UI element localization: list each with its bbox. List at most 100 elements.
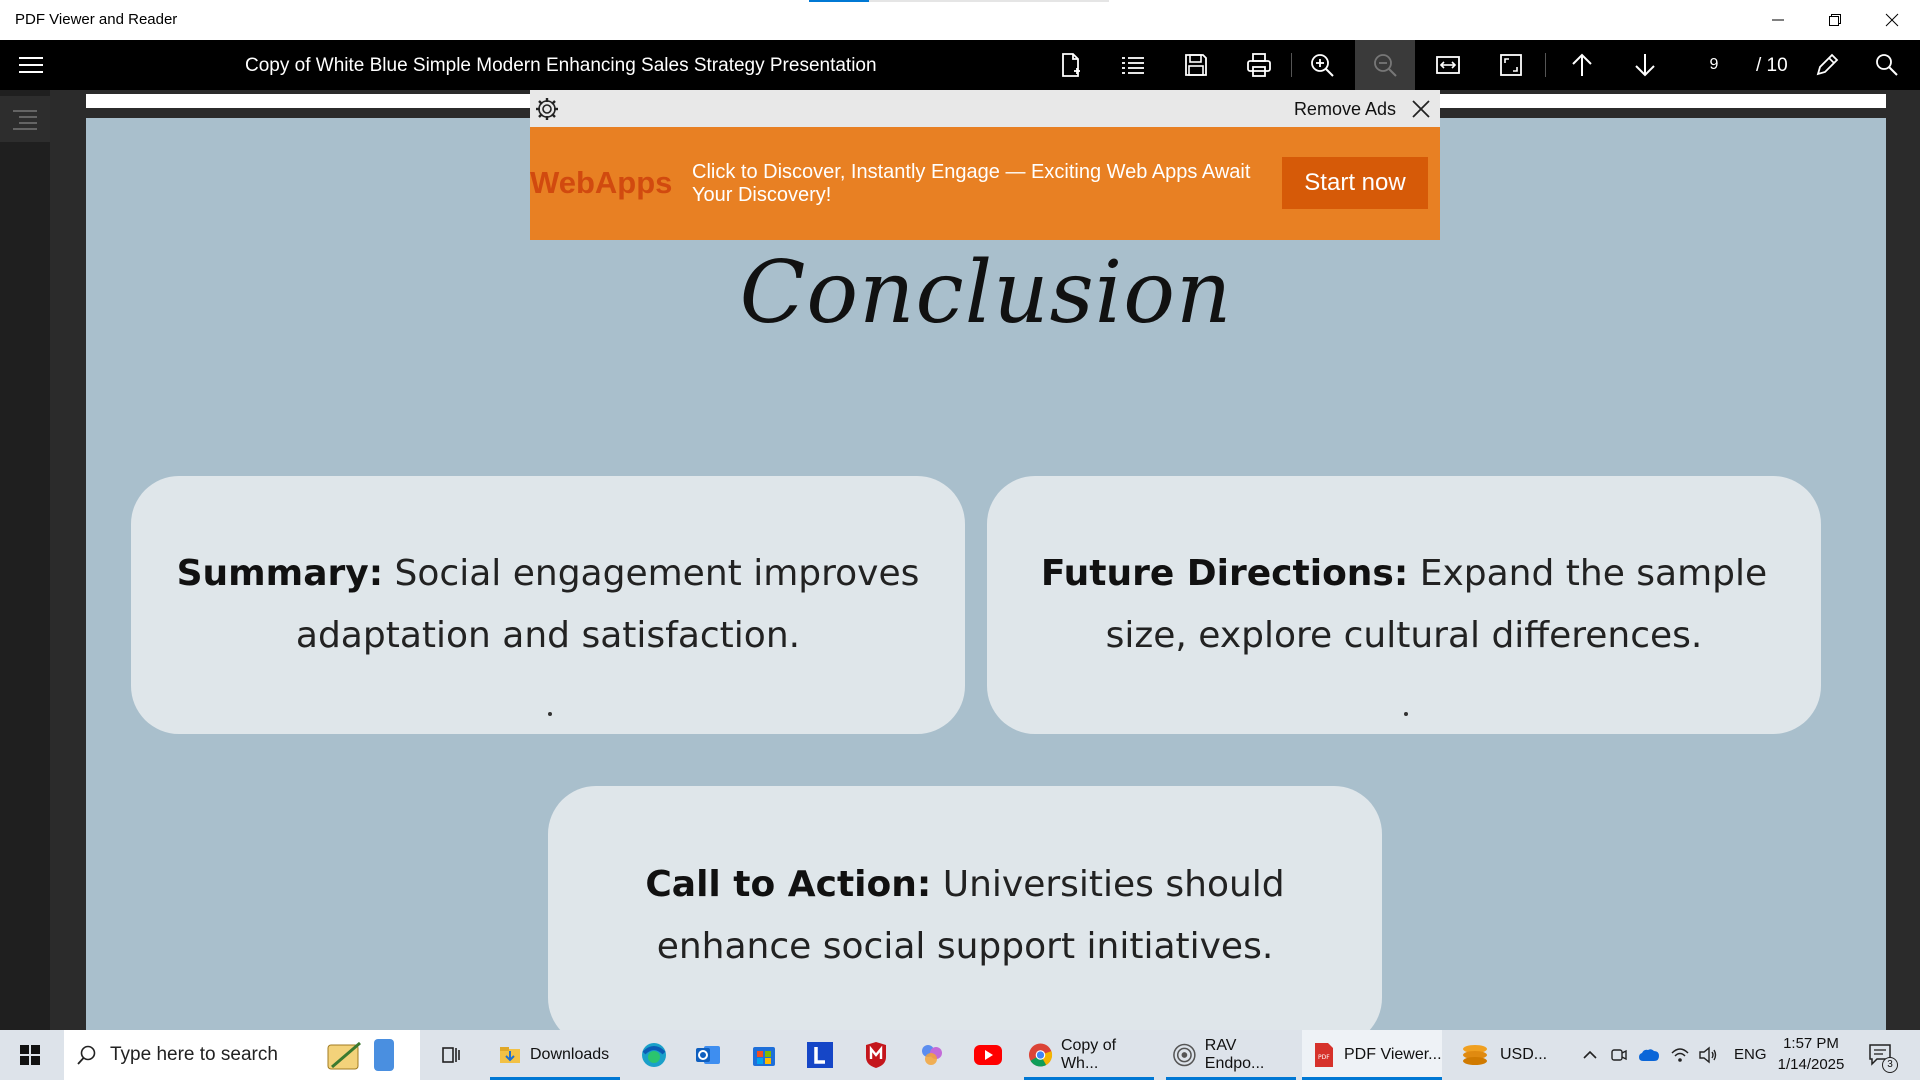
- list-button[interactable]: [1103, 40, 1163, 90]
- gear-icon[interactable]: [534, 96, 560, 122]
- summary-heading: Summary:: [176, 553, 384, 594]
- outlook-icon: [696, 1046, 720, 1064]
- app-toolbar: Copy of White Blue Simple Modern Enhanci…: [0, 40, 1920, 90]
- currency-stack-icon: [1463, 1045, 1487, 1065]
- taskbar-chrome-label: Copy of Wh...: [1060, 1037, 1117, 1072]
- task-view-button[interactable]: [436, 1030, 466, 1080]
- print-button[interactable]: [1229, 40, 1289, 90]
- hamburger-icon: [19, 57, 43, 73]
- taskbar-store[interactable]: [746, 1030, 782, 1080]
- new-document-button[interactable]: [1040, 40, 1100, 90]
- close-icon[interactable]: [1410, 98, 1432, 120]
- taskbar-l-app[interactable]: [802, 1030, 838, 1080]
- language-indicator[interactable]: ENG: [1734, 1046, 1767, 1063]
- youtube-icon: [974, 1045, 1002, 1065]
- slide-title: Conclusion: [739, 243, 1233, 343]
- taskbar-edge[interactable]: [636, 1030, 672, 1080]
- outline-icon: [13, 110, 37, 130]
- restore-icon: [1828, 14, 1841, 26]
- tab-indicator: [809, 0, 869, 2]
- search-icon: [77, 1045, 96, 1065]
- taskbar-youtube[interactable]: [970, 1030, 1006, 1080]
- taskbar-pdf-label: PDF Viewer...: [1344, 1046, 1442, 1063]
- taskbar-mcafee[interactable]: [858, 1030, 894, 1080]
- folder-icon: [500, 1047, 520, 1063]
- taskbar-chrome-window[interactable]: Copy of Wh...: [1024, 1030, 1154, 1080]
- fit-width-button[interactable]: [1418, 40, 1478, 90]
- summary-text: Summary: Social engagement improves adap…: [161, 543, 935, 667]
- meet-now-icon[interactable]: [1610, 1046, 1628, 1064]
- fit-page-icon: [1500, 54, 1522, 76]
- previous-page-button[interactable]: [1552, 40, 1612, 90]
- fit-page-button[interactable]: [1481, 40, 1541, 90]
- restore-button[interactable]: [1806, 0, 1863, 40]
- zoom-out-icon: [1374, 54, 1397, 77]
- ad-content[interactable]: WebApps Click to Discover, Instantly Eng…: [530, 127, 1440, 240]
- print-icon: [1247, 53, 1271, 77]
- windows-logo-icon: [20, 1045, 40, 1065]
- bullet-dot: [1404, 712, 1408, 716]
- document-title: Copy of White Blue Simple Modern Enhanci…: [245, 55, 877, 76]
- start-button[interactable]: [0, 1030, 60, 1080]
- taskbar-copilot[interactable]: [914, 1030, 950, 1080]
- wifi-icon[interactable]: [1670, 1046, 1690, 1064]
- pdf-file-icon: PDF: [1315, 1043, 1333, 1067]
- ad-logo: WebApps: [530, 165, 673, 200]
- taskbar-currency-label: USD...: [1500, 1046, 1548, 1063]
- minimize-button[interactable]: [1749, 0, 1806, 40]
- mcafee-icon: [866, 1042, 886, 1068]
- summary-body: Social engagement improves adaptation an…: [295, 553, 920, 656]
- arrow-down-icon: [1635, 54, 1655, 77]
- remove-ads-link[interactable]: Remove Ads: [1294, 99, 1396, 120]
- save-button[interactable]: [1166, 40, 1226, 90]
- chrome-icon: [1028, 1043, 1053, 1067]
- menu-button[interactable]: [10, 47, 52, 83]
- clock-date[interactable]: 1/14/2025: [1770, 1056, 1852, 1073]
- clock-time[interactable]: 1:57 PM: [1776, 1035, 1846, 1052]
- taskbar: Type here to search Downloads Copy of Wh…: [0, 1030, 1920, 1080]
- page-total: / 10: [1756, 55, 1788, 76]
- search-button[interactable]: [1857, 40, 1917, 90]
- taskbar-pdf-viewer[interactable]: PDF PDF Viewer...: [1302, 1030, 1442, 1080]
- page-number-input[interactable]: 9: [1676, 49, 1752, 81]
- search-placeholder: Type here to search: [110, 1044, 278, 1065]
- summary-card: Summary: Social engagement improves adap…: [131, 476, 965, 734]
- close-window-button[interactable]: [1863, 0, 1920, 40]
- chevron-up-icon[interactable]: [1582, 1047, 1598, 1063]
- taskbar-outlook[interactable]: [690, 1030, 726, 1080]
- task-view-icon: [442, 1047, 460, 1063]
- zoom-out-button[interactable]: [1355, 40, 1415, 90]
- tab-indicator-track: [869, 0, 1109, 2]
- notification-count-badge: 3: [1882, 1057, 1898, 1073]
- ad-start-now-button[interactable]: Start now: [1282, 157, 1428, 209]
- arrow-up-icon: [1572, 53, 1592, 76]
- onedrive-icon[interactable]: [1638, 1047, 1660, 1063]
- volume-icon[interactable]: [1698, 1046, 1718, 1064]
- save-icon: [1185, 54, 1207, 76]
- annotate-button[interactable]: [1797, 40, 1857, 90]
- close-icon: [1885, 13, 1898, 27]
- future-directions-heading: Future Directions:: [1040, 553, 1409, 594]
- zoom-in-button[interactable]: [1292, 40, 1352, 90]
- search-highlight-icon: [327, 1039, 394, 1071]
- ad-text: Click to Discover, Instantly Engage — Ex…: [692, 161, 1251, 206]
- call-to-action-card: Call to Action: Universities should enha…: [548, 786, 1382, 1030]
- call-to-action-text: Call to Action: Universities should enha…: [578, 854, 1352, 978]
- taskbar-search-box[interactable]: Type here to search: [64, 1030, 420, 1080]
- list-icon: [1122, 57, 1144, 74]
- left-sidebar: [0, 90, 50, 1030]
- bullet-dot: [548, 712, 552, 716]
- outline-button[interactable]: [0, 96, 50, 142]
- taskbar-rav-endpoint[interactable]: RAV Endpo...: [1166, 1030, 1296, 1080]
- zoom-in-icon: [1311, 54, 1334, 77]
- next-page-button[interactable]: [1615, 40, 1675, 90]
- taskbar-rav-label: RAV Endpo...: [1204, 1037, 1265, 1072]
- ad-banner: Remove Ads WebApps Click to Discover, In…: [530, 90, 1440, 240]
- taskbar-currency-widget[interactable]: USD...: [1460, 1030, 1560, 1080]
- fit-width-icon: [1436, 56, 1460, 74]
- taskbar-downloads[interactable]: Downloads: [490, 1030, 620, 1080]
- app-title: PDF Viewer and Reader: [15, 11, 178, 28]
- future-directions-card: Future Directions: Expand the sample siz…: [987, 476, 1821, 734]
- new-document-icon: [1062, 53, 1080, 77]
- store-icon: [753, 1047, 775, 1066]
